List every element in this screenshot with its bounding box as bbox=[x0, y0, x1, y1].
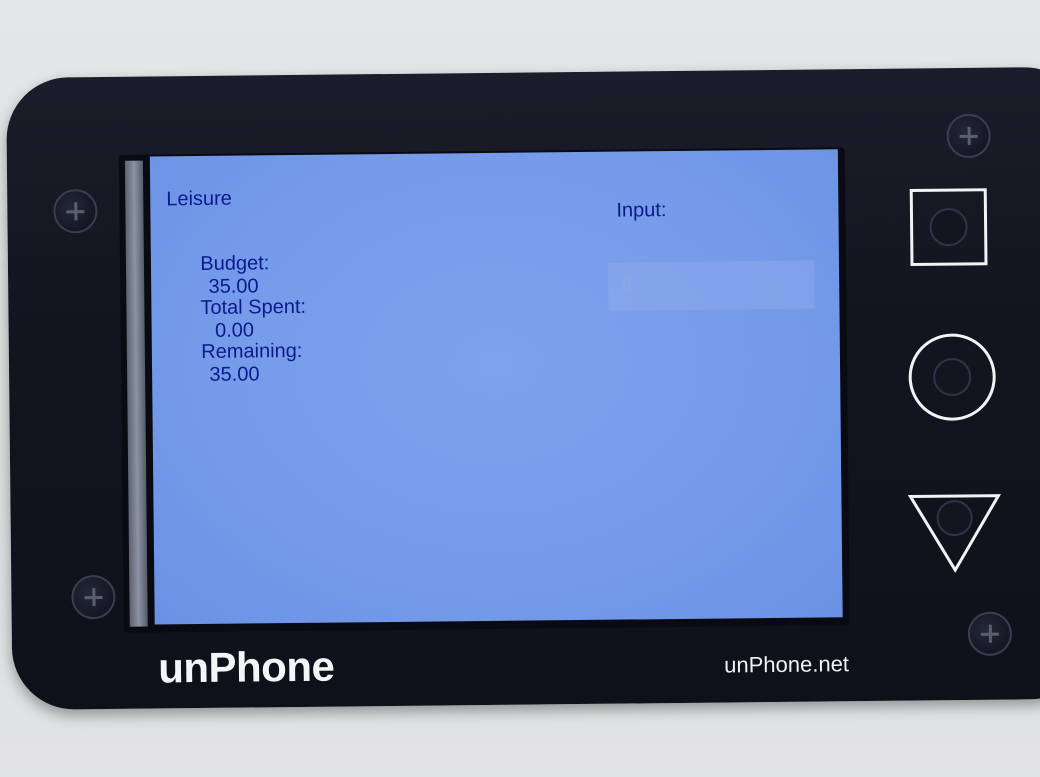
screw-bottom-right bbox=[967, 611, 1013, 656]
screw-top-right bbox=[946, 113, 991, 159]
remaining-row: Remaining: 35.00 bbox=[168, 317, 303, 410]
screw-top-left bbox=[53, 189, 98, 234]
unphone-device: Leisure Budget: 35.00 Total Spent: 0.00 … bbox=[6, 66, 1040, 710]
budget-label: Budget: bbox=[200, 252, 270, 275]
circle-button-icon[interactable] bbox=[905, 330, 1000, 425]
triangle-button-icon[interactable] bbox=[906, 490, 1003, 577]
amount-input-value: 0 bbox=[622, 276, 632, 294]
remaining-label: Remaining: bbox=[201, 339, 303, 363]
lcd-screen[interactable]: Leisure Budget: 35.00 Total Spent: 0.00 … bbox=[149, 149, 843, 625]
category-title: Leisure bbox=[166, 187, 233, 211]
input-label: Input: bbox=[616, 199, 667, 222]
spent-label: Total Spent: bbox=[200, 295, 307, 319]
square-button-icon[interactable] bbox=[907, 186, 992, 271]
screw-bottom-left bbox=[71, 574, 116, 620]
website-label: unPhone.net bbox=[724, 651, 850, 678]
brand-logo: unPhone bbox=[157, 642, 335, 692]
remaining-value: 35.00 bbox=[209, 363, 260, 386]
amount-input[interactable]: 0 bbox=[606, 259, 816, 312]
